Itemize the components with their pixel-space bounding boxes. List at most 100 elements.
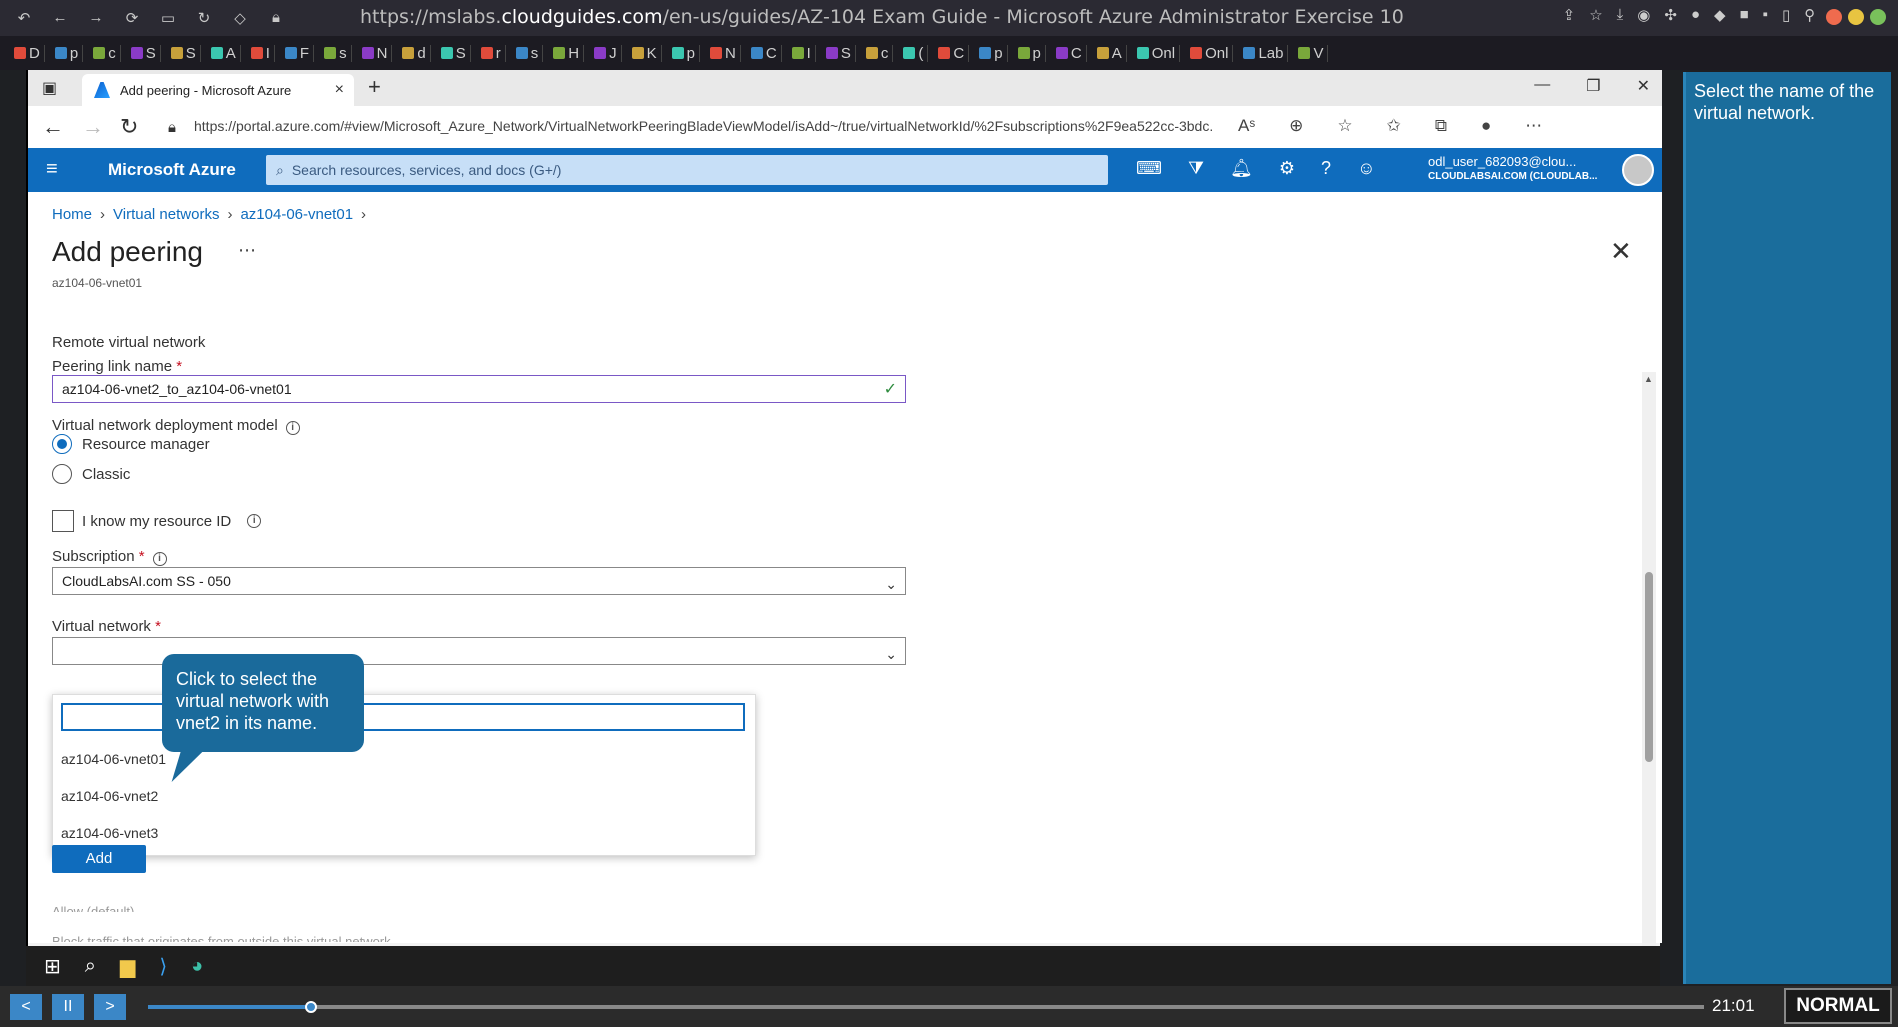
radio-classic[interactable]: Classic [52, 464, 130, 484]
settings-gear-icon[interactable]: ⚙ [1279, 158, 1295, 179]
checkbox-box[interactable] [52, 510, 74, 532]
progress-track[interactable] [148, 1001, 1704, 1013]
directory-filter-icon[interactable]: ⧩ [1188, 158, 1204, 179]
extension-icon[interactable]: ◉ [1637, 6, 1650, 24]
next-button[interactable]: > [94, 994, 126, 1020]
account-menu[interactable]: odl_user_682093@clou... CLOUDLABSAI.COM … [1428, 154, 1628, 184]
search-input[interactable]: ⌕ Search resources, services, and docs (… [266, 155, 1108, 185]
peering-link-name-input[interactable]: az104-06-vnet2_to_az104-06-vnet01 ✓ [52, 375, 906, 403]
ublock-icon[interactable]: ◆ [1714, 6, 1726, 24]
info-icon[interactable]: i [152, 552, 167, 566]
pinned-tab[interactable]: I [788, 44, 816, 62]
breadcrumb-vnet01[interactable]: az104-06-vnet01 [240, 206, 353, 223]
block-traffic-radio-partial[interactable]: Block traffic that originates from outsi… [52, 934, 391, 942]
pinned-tab[interactable]: s [320, 44, 352, 62]
close-icon[interactable]: × [335, 81, 344, 99]
file-explorer-icon[interactable]: ▆ [120, 954, 135, 979]
read-aloud-icon[interactable]: Aˢ [1238, 116, 1255, 136]
extension-icon[interactable]: ■ [1740, 6, 1749, 24]
back-icon[interactable]: ← [50, 9, 70, 27]
shield-icon[interactable]: ◇ [230, 9, 250, 27]
maximize-dot[interactable] [1870, 9, 1886, 25]
vscode-icon[interactable]: ⟩ [159, 954, 167, 979]
tab-add-peering[interactable]: Add peering - Microsoft Azure × [82, 74, 354, 106]
scroll-up-icon[interactable]: ▲ [1644, 374, 1653, 384]
pinned-tab[interactable]: s [512, 44, 544, 62]
minimize-dot[interactable] [1848, 9, 1864, 25]
pinned-tab[interactable]: J [590, 44, 622, 62]
new-tab-icon[interactable]: + [368, 74, 381, 100]
bookmark-star-icon[interactable]: ☆ [1589, 6, 1602, 24]
undo-icon[interactable]: ↶ [14, 9, 34, 27]
puzzle-icon[interactable]: ✣ [1664, 6, 1677, 24]
option-vnet01[interactable]: az104-06-vnet01 [61, 751, 166, 767]
pinned-tab[interactable]: p [668, 44, 700, 62]
pinned-tab[interactable]: Lab [1239, 44, 1289, 62]
pinned-tab[interactable]: N [358, 44, 393, 62]
search-icon[interactable]: ⌕ [85, 955, 96, 978]
favorites-icon[interactable]: ✩ [1387, 116, 1401, 136]
scrollbar[interactable]: ▲ ▼ [1642, 372, 1656, 962]
feedback-icon[interactable]: ☺ [1357, 158, 1375, 179]
pinned-tab[interactable]: ( [899, 44, 929, 62]
minimize-icon[interactable]: — [1534, 76, 1550, 96]
radio-empty-icon[interactable] [52, 464, 72, 484]
more-icon[interactable]: ⋯ [1525, 116, 1542, 136]
info-icon[interactable]: i [247, 514, 262, 528]
forward-icon[interactable]: → [82, 114, 104, 140]
pinned-tab[interactable]: p [51, 44, 84, 62]
windows-start-icon[interactable]: ⊞ [44, 954, 61, 979]
close-icon[interactable]: ✕ [1637, 76, 1650, 96]
reader-icon[interactable]: ▯ [1782, 6, 1790, 24]
pinned-tab[interactable]: S [437, 44, 471, 62]
cloud-shell-icon[interactable]: ⌨ [1136, 158, 1162, 179]
download-icon[interactable]: ⤓ [1617, 6, 1624, 24]
help-icon[interactable]: ? [1321, 158, 1331, 179]
pinned-tab[interactable]: A [1093, 44, 1127, 62]
reload-icon[interactable]: ↻ [194, 9, 214, 27]
close-icon[interactable]: ✕ [1610, 236, 1632, 267]
previous-button[interactable]: < [10, 994, 42, 1020]
pinned-tab[interactable]: A [207, 44, 241, 62]
pinned-tab[interactable]: K [628, 44, 662, 62]
hamburger-menu-icon[interactable]: ≡ [46, 158, 58, 181]
scrollbar-thumb[interactable] [1645, 572, 1653, 762]
pinned-tab[interactable]: C [747, 44, 782, 62]
pinned-tab[interactable]: c [89, 44, 121, 62]
back-icon[interactable]: ← [42, 114, 64, 140]
restore-icon[interactable]: ❐ [1586, 76, 1600, 96]
pin-icon[interactable]: ⚲ [1804, 6, 1815, 24]
radio-resource-manager[interactable]: Resource manager [52, 434, 210, 454]
pinned-tab[interactable]: C [1052, 44, 1087, 62]
pinned-tab[interactable]: S [167, 44, 201, 62]
favorite-icon[interactable]: ☆ [1337, 116, 1352, 136]
pinned-tab[interactable]: C [934, 44, 970, 62]
edge-icon[interactable]: ◕ [191, 955, 203, 978]
option-vnet2[interactable]: az104-06-vnet2 [61, 788, 158, 804]
share-icon[interactable]: ⇪ [1563, 6, 1576, 24]
pinned-tab[interactable]: d [398, 44, 431, 62]
sidebar-icon[interactable]: ▭ [158, 9, 178, 27]
extension-icon[interactable]: ▪ [1763, 6, 1768, 24]
collections-icon[interactable]: ⧉ [1435, 116, 1447, 136]
pinned-tab[interactable]: Onl [1133, 44, 1181, 62]
pinned-tab[interactable]: N [706, 44, 741, 62]
notifications-bell-icon[interactable]: 🔔︎ [1230, 158, 1253, 179]
breadcrumb-home[interactable]: Home [52, 206, 92, 223]
pinned-tab[interactable]: V [1294, 44, 1329, 62]
pinned-tab[interactable]: F [281, 44, 315, 62]
breadcrumb-virtual-networks[interactable]: Virtual networks [113, 206, 219, 223]
mode-badge[interactable]: NORMAL [1784, 988, 1892, 1024]
pinned-tab[interactable]: p [975, 44, 1008, 62]
extension-icon[interactable]: ⟳ [122, 9, 142, 27]
outer-url-bar[interactable]: https://mslabs.cloudguides.com/en-us/gui… [360, 6, 1420, 30]
close-dot[interactable] [1826, 9, 1842, 25]
azure-brand[interactable]: Microsoft Azure [108, 160, 236, 180]
pinned-tab[interactable]: S [127, 44, 161, 62]
pinned-tab[interactable]: p [1014, 44, 1046, 62]
pinned-tab[interactable]: S [822, 44, 856, 62]
pinned-tab[interactable]: I [247, 44, 275, 62]
edge-url-input[interactable]: https://portal.azure.com/#view/Microsoft… [194, 118, 1214, 134]
reload-icon[interactable]: ↻ [120, 114, 138, 140]
forward-icon[interactable]: → [86, 9, 106, 27]
